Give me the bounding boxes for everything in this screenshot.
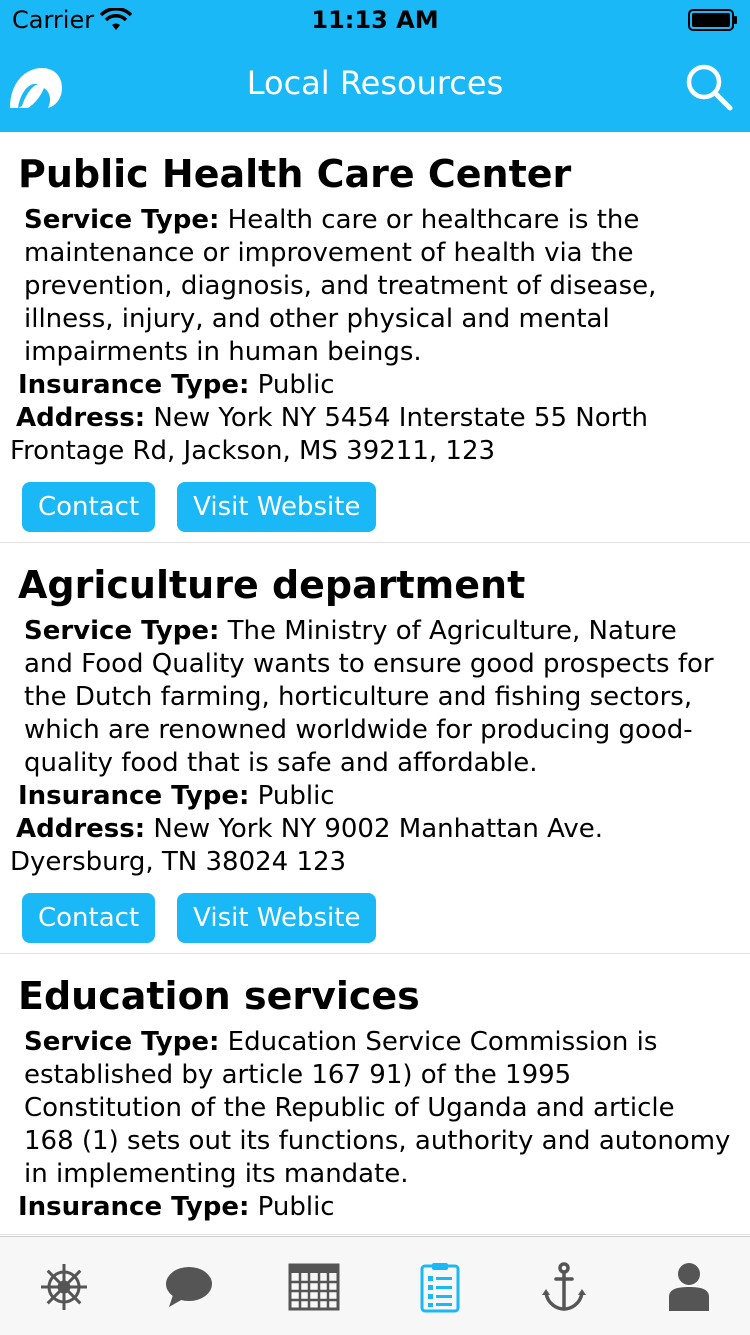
address-row: Address: New York NY 9002 Manhattan Ave.… bbox=[10, 813, 732, 879]
service-type-row: Service Type: Health care or healthcare … bbox=[18, 204, 732, 369]
insurance-type-label: Insurance Type: bbox=[18, 370, 250, 400]
address-label: Address: bbox=[16, 814, 146, 844]
resource-list[interactable]: Public Health Care Center Service Type: … bbox=[0, 132, 750, 1236]
battery-icon bbox=[688, 9, 737, 31]
contact-button[interactable]: Contact bbox=[22, 893, 156, 943]
contact-button[interactable]: Contact bbox=[22, 482, 156, 532]
resource-title: Agriculture department bbox=[18, 563, 526, 607]
insurance-type-value: Public bbox=[257, 370, 335, 400]
nav-bar: Local Resources bbox=[0, 40, 750, 132]
insurance-type-label: Insurance Type: bbox=[18, 781, 250, 811]
visit-website-button[interactable]: Visit Website bbox=[177, 482, 377, 532]
resource-title: Public Health Care Center bbox=[18, 152, 572, 196]
calendar-icon[interactable] bbox=[288, 1261, 340, 1313]
address-label: Address: bbox=[16, 403, 146, 433]
insurance-type-label: Insurance Type: bbox=[18, 1192, 250, 1222]
service-type-row: Service Type: The Ministry of Agricultur… bbox=[18, 615, 732, 780]
insurance-type-value: Public bbox=[257, 781, 335, 811]
anchor-icon[interactable] bbox=[538, 1261, 590, 1313]
resource-card: Public Health Care Center Service Type: … bbox=[0, 132, 750, 543]
status-bar: Carrier 11:13 AM bbox=[0, 0, 750, 40]
resource-card: Agriculture department Service Type: The… bbox=[0, 543, 750, 954]
visit-website-button[interactable]: Visit Website bbox=[177, 893, 377, 943]
service-type-row: Service Type: Education Service Commissi… bbox=[18, 1026, 732, 1191]
insurance-type-row: Insurance Type: Public bbox=[18, 780, 732, 813]
tab-bar bbox=[0, 1236, 750, 1335]
resource-card: Education services Service Type: Educati… bbox=[0, 954, 750, 1235]
insurance-type-value: Public bbox=[257, 1192, 335, 1222]
page-title: Local Resources bbox=[246, 64, 504, 102]
service-type-label: Service Type: bbox=[24, 205, 220, 235]
clock: 11:13 AM bbox=[311, 6, 439, 34]
chat-bubble-icon[interactable] bbox=[163, 1261, 215, 1313]
insurance-type-row: Insurance Type: Public bbox=[18, 1191, 732, 1224]
helm-icon[interactable] bbox=[38, 1261, 90, 1313]
service-type-label: Service Type: bbox=[24, 616, 220, 646]
address-row: Address: New York NY 5454 Interstate 55 … bbox=[10, 402, 732, 468]
service-type-label: Service Type: bbox=[24, 1027, 220, 1057]
clipboard-list-icon[interactable] bbox=[414, 1261, 466, 1313]
insurance-type-row: Insurance Type: Public bbox=[18, 369, 732, 402]
search-icon[interactable] bbox=[684, 62, 734, 112]
resource-title: Education services bbox=[18, 974, 420, 1018]
user-icon[interactable] bbox=[663, 1261, 715, 1313]
